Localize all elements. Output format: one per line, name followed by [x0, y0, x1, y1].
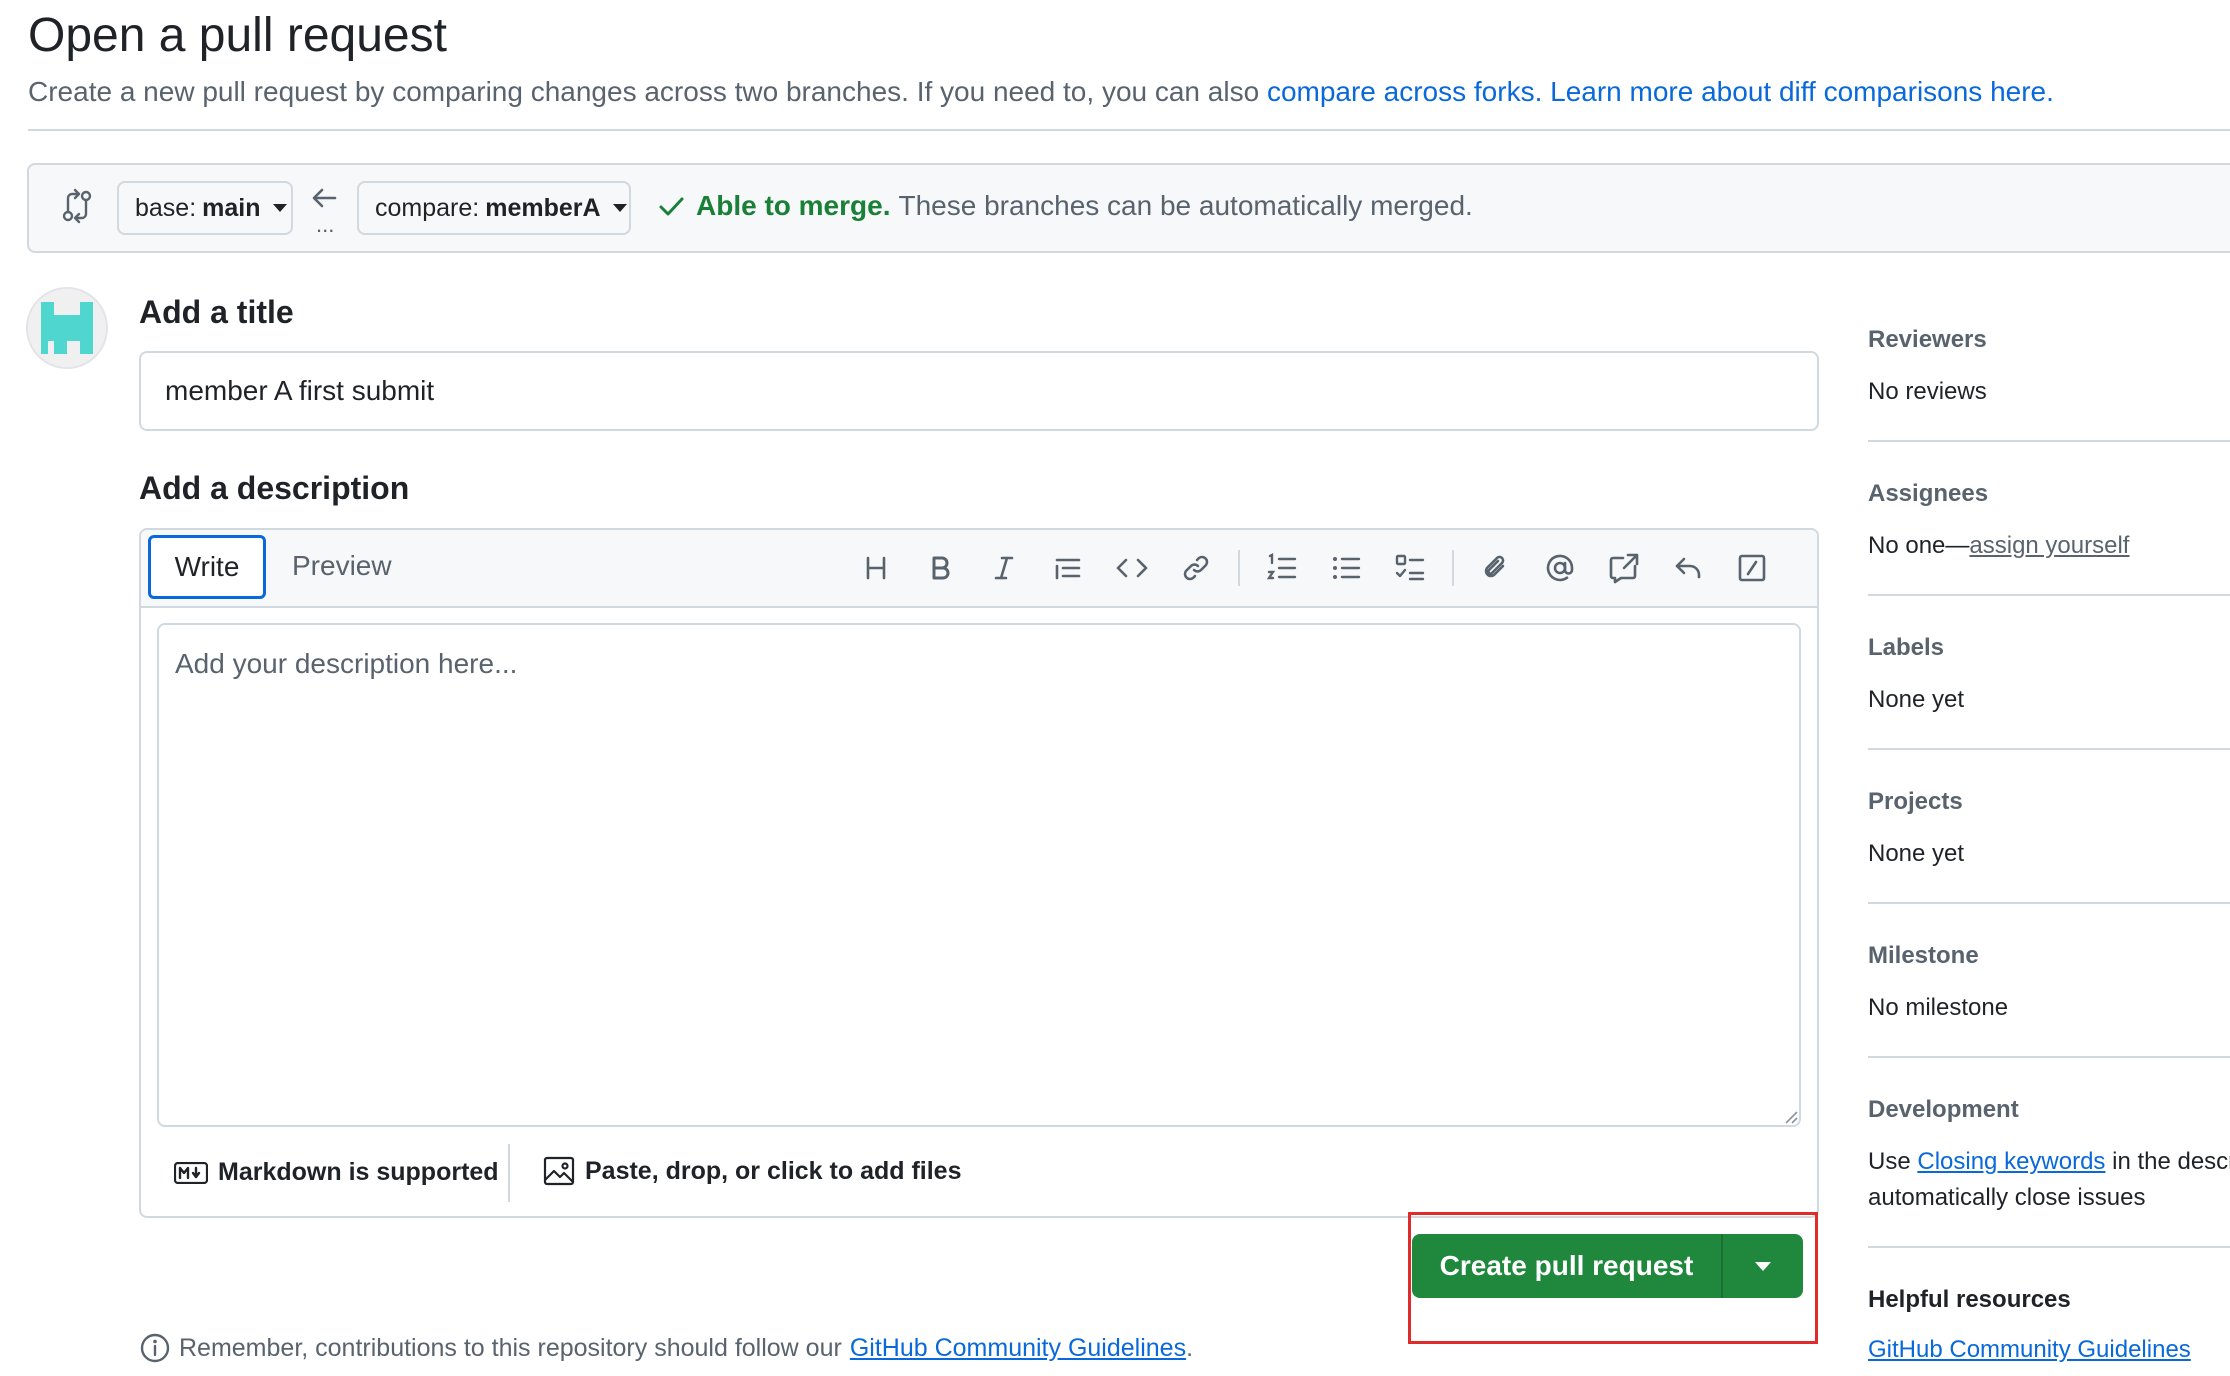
bold-icon[interactable]	[918, 546, 962, 590]
reply-icon[interactable]	[1666, 546, 1710, 590]
chevron-down-icon	[612, 204, 627, 212]
markdown-note: Markdown is supported	[218, 1158, 499, 1186]
projects-title[interactable]: Projects	[1868, 788, 1963, 816]
task-list-icon[interactable]	[1388, 546, 1432, 590]
title-input[interactable]	[139, 351, 1819, 431]
create-options-dropdown[interactable]	[1723, 1234, 1803, 1298]
learn-more-link[interactable]: Learn more about diff comparisons here.	[1550, 76, 2054, 107]
contribution-reminder: Remember, contributions to this reposito…	[139, 1332, 1193, 1364]
markdown-toolbar	[854, 546, 1774, 590]
header-divider	[28, 129, 2230, 131]
page-description: Create a new pull request by comparing c…	[28, 76, 2054, 108]
development-use: Use	[1868, 1148, 1911, 1175]
helpful-resources-title: Helpful resources	[1868, 1286, 2071, 1313]
milestone-value: No milestone	[1868, 994, 2009, 1021]
closing-keywords-link[interactable]: Closing keywords	[1917, 1148, 2105, 1175]
git-compare-icon	[60, 188, 94, 224]
projects-value: None yet	[1868, 840, 1965, 867]
attach-files[interactable]: Paste, drop, or click to add files	[543, 1156, 962, 1186]
attach-icon[interactable]	[1474, 546, 1518, 590]
code-icon[interactable]	[1110, 546, 1154, 590]
assignees-row: No one—assign yourself	[1868, 532, 2129, 560]
link-icon[interactable]	[1174, 546, 1218, 590]
unordered-list-icon[interactable]	[1324, 546, 1368, 590]
quote-icon[interactable]	[1046, 546, 1090, 590]
compare-branch-name: memberA	[485, 193, 601, 222]
check-icon	[656, 191, 686, 221]
resize-handle-icon[interactable]	[1782, 1108, 1798, 1124]
merge-status-label: Able to merge.	[696, 190, 891, 221]
attach-note: Paste, drop, or click to add files	[585, 1156, 962, 1185]
tab-write[interactable]: Write	[148, 535, 266, 599]
sidebar-divider	[1868, 1246, 2230, 1248]
markdown-icon	[174, 1161, 208, 1184]
reference-icon[interactable]	[1602, 546, 1646, 590]
description-label: Add a description	[139, 470, 410, 506]
ellipsis: ...	[316, 212, 335, 237]
community-guidelines-link[interactable]: GitHub Community Guidelines	[850, 1334, 1186, 1363]
avatar[interactable]	[26, 287, 108, 369]
compare-branch-button[interactable]: compare: memberA	[357, 181, 631, 235]
tab-preview[interactable]: Preview	[292, 550, 392, 582]
title-label: Add a title	[139, 294, 294, 330]
toolbar-divider	[1452, 550, 1454, 586]
assign-yourself-link[interactable]: assign yourself	[1969, 532, 2129, 559]
remember-text: Remember, contributions to this reposito…	[179, 1333, 842, 1362]
slash-command-icon[interactable]	[1730, 546, 1774, 590]
labels-value: None yet	[1868, 686, 1965, 713]
chevron-down-icon	[272, 204, 287, 212]
base-branch-name: main	[202, 193, 261, 222]
reviewers-value: No reviews	[1868, 378, 1987, 405]
helpful-row: GitHub Community Guidelines	[1868, 1336, 2191, 1364]
assignees-title[interactable]: Assignees	[1868, 480, 1988, 508]
sidebar-divider	[1868, 748, 2230, 750]
merge-status-detail: These branches can be automatically merg…	[898, 190, 1473, 221]
info-icon	[139, 1332, 171, 1364]
base-prefix: base:	[135, 193, 197, 222]
description-textarea[interactable]	[157, 623, 1801, 1127]
sidebar-divider	[1868, 1056, 2230, 1058]
toolbar-divider	[1238, 550, 1240, 586]
arrow-left-icon	[311, 186, 339, 210]
image-icon	[543, 1156, 575, 1186]
page-title: Open a pull request	[28, 9, 447, 62]
reviewers-title[interactable]: Reviewers	[1868, 326, 1987, 354]
triangle-down-icon	[1755, 1261, 1771, 1271]
heading-icon[interactable]	[854, 546, 898, 590]
sidebar-guidelines-link[interactable]: GitHub Community Guidelines	[1868, 1336, 2191, 1363]
create-pull-request-group: Create pull request	[1412, 1234, 1803, 1298]
compare-across-forks-link[interactable]: compare across forks.	[1267, 76, 1542, 107]
compare-prefix: compare:	[375, 193, 480, 222]
ordered-list-icon[interactable]	[1260, 546, 1304, 590]
base-branch-button[interactable]: base: main	[117, 181, 293, 235]
development-line1: Use Closing keywords in the descr	[1868, 1148, 2230, 1176]
sidebar-divider	[1868, 594, 2230, 596]
development-line2: automatically close issues	[1868, 1184, 2146, 1211]
markdown-supported[interactable]: Markdown is supported	[174, 1158, 499, 1187]
page-description-text: Create a new pull request by comparing c…	[28, 76, 1260, 107]
development-title[interactable]: Development	[1868, 1096, 2019, 1124]
remember-period: .	[1186, 1333, 1194, 1362]
footer-divider	[508, 1144, 510, 1202]
italic-icon[interactable]	[982, 546, 1026, 590]
merge-status: Able to merge. These branches can be aut…	[656, 190, 1473, 222]
sidebar-divider	[1868, 440, 2230, 442]
milestone-title[interactable]: Milestone	[1868, 942, 1979, 970]
labels-title[interactable]: Labels	[1868, 634, 1944, 662]
assignees-value: No one—	[1868, 532, 1970, 559]
sidebar-divider	[1868, 902, 2230, 904]
description-placeholder: Add your description here...	[175, 648, 518, 679]
development-rest: in the descr	[2112, 1148, 2230, 1175]
create-pull-request-button[interactable]: Create pull request	[1412, 1234, 1721, 1298]
mention-icon[interactable]	[1538, 546, 1582, 590]
